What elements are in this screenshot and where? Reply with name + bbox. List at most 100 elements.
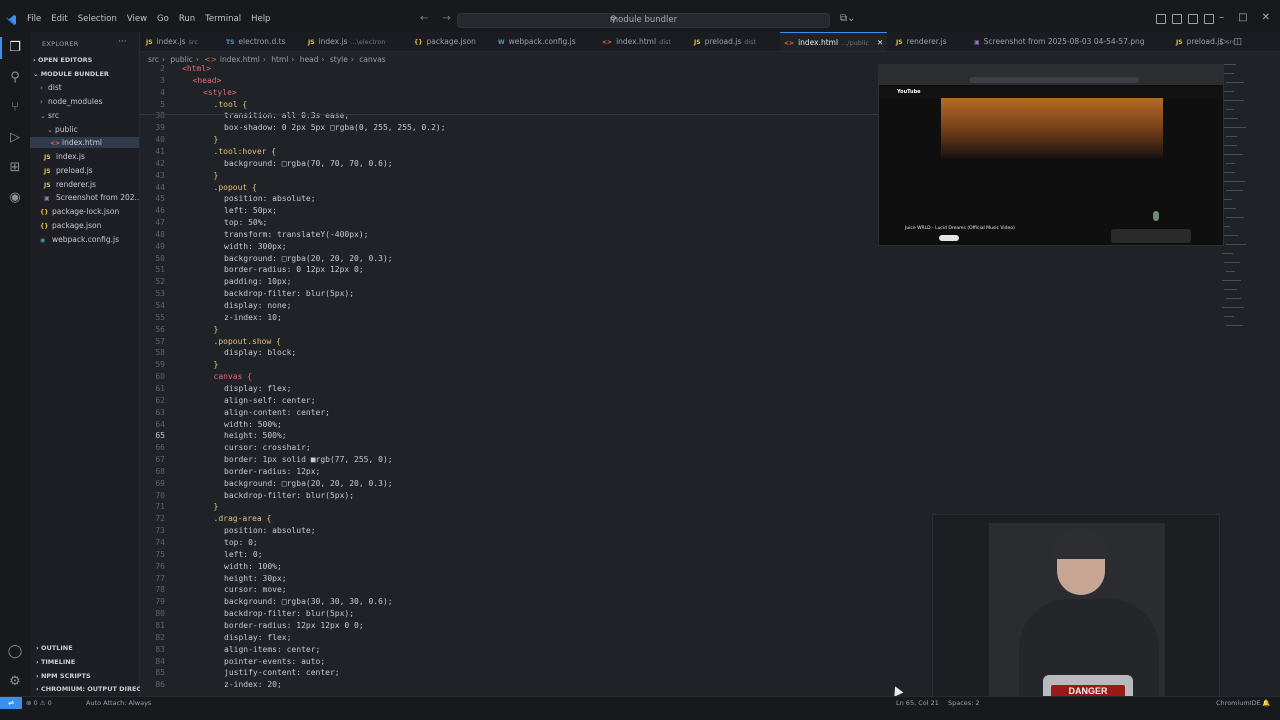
line-number: 2: [160, 64, 165, 73]
tree-item-index-html[interactable]: <> index.html: [50, 138, 102, 147]
chromium-icon[interactable]: ◉: [7, 190, 23, 206]
tab-screenshot-png[interactable]: ▣ Screenshot from 2025-08-03 04-54-57.png: [974, 32, 1145, 51]
minimap-line: [1222, 307, 1244, 308]
more-actions-icon[interactable]: ···: [118, 37, 127, 47]
indentation-status[interactable]: Spaces: 2: [948, 699, 980, 707]
line-number: 75: [155, 549, 165, 559]
tab-index-js-electron[interactable]: JS index.js ...\electron: [308, 32, 385, 51]
run-icon[interactable]: ▷: [1221, 37, 1234, 47]
tab-webpack-config[interactable]: Wwebpack.config.js: [498, 32, 576, 51]
minimap-line: [1222, 280, 1241, 281]
settings-gear-icon[interactable]: ⚙: [7, 674, 23, 690]
line-number: 66: [155, 443, 165, 453]
line-number: 40: [155, 135, 165, 145]
maximize-icon[interactable]: □: [1238, 12, 1247, 23]
code-line: }: [213, 135, 219, 145]
line-number: 51: [155, 265, 165, 275]
code-line: z-index: 10;: [224, 312, 282, 322]
customize-layout-icon[interactable]: [1156, 14, 1166, 24]
line-number: 55: [155, 312, 165, 322]
extensions-icon[interactable]: ⊞: [7, 160, 23, 176]
tab-preload-js-dist[interactable]: JS preload.js dist: [694, 32, 756, 51]
tab-index-html-public[interactable]: <> index.html .../public ✕: [780, 32, 888, 51]
notifications-bell-icon[interactable]: 🔔: [1262, 699, 1270, 707]
tree-item-node-modules[interactable]: › node_modules: [40, 97, 102, 106]
timeline-section[interactable]: › TIMELINE: [36, 658, 75, 666]
tree-item-renderer-js[interactable]: JS renderer.js: [44, 180, 96, 189]
menu-go[interactable]: Go: [152, 14, 174, 24]
explorer-icon[interactable]: ❐: [0, 37, 23, 59]
code-line: background: □rgba(70, 70, 70, 0.6);: [224, 158, 393, 168]
code-editor[interactable]: 2 <html> 3 <head> 4 <style> 5 .tool {38 transiti…: [140, 64, 880, 696]
code-line: border-radius: 12px;: [224, 466, 321, 476]
run-debug-icon[interactable]: ▷: [7, 130, 23, 146]
minimize-icon[interactable]: –: [1219, 12, 1224, 23]
remote-indicator-icon[interactable]: ⇌: [0, 697, 22, 709]
js-file-icon: JS: [896, 39, 903, 46]
line-number: 42: [155, 158, 165, 168]
menu-help[interactable]: Help: [246, 14, 275, 24]
tree-item-screenshot[interactable]: ▣ Screenshot from 202...: [44, 193, 142, 202]
close-window-icon[interactable]: ✕: [1262, 12, 1270, 23]
menu-file[interactable]: File: [22, 14, 46, 24]
preview-video-frame: [941, 98, 1163, 158]
tree-item-preload-js[interactable]: JS preload.js: [44, 166, 93, 175]
back-arrow-icon[interactable]: ←: [420, 13, 442, 24]
code-line: height: 500%;: [224, 431, 287, 441]
preview-notification: [1111, 229, 1191, 243]
menu-run[interactable]: Run: [174, 14, 200, 24]
tree-item-package-lock[interactable]: {} package-lock.json: [40, 207, 119, 216]
json-file-icon: {}: [414, 39, 423, 46]
vscode-logo-icon: [6, 15, 16, 25]
menu-selection[interactable]: Selection: [73, 14, 122, 24]
auto-attach-status[interactable]: Auto Attach: Always: [86, 699, 151, 707]
tab-electron-d-ts[interactable]: TS electron.d.ts: [226, 32, 285, 51]
code-line: z-index: 20;: [224, 680, 282, 690]
chromium-output-section[interactable]: › CHROMIUM: OUTPUT DIRECT...: [36, 685, 152, 693]
chromium-ide-status[interactable]: ChromiumIDE: [1216, 699, 1261, 707]
npm-scripts-section[interactable]: › NPM SCRIPTS: [36, 672, 91, 680]
minimap-line: [1226, 109, 1234, 110]
code-line: .drag-area {: [213, 514, 272, 524]
tree-item-webpack-config[interactable]: ◉ webpack.config.js: [40, 235, 119, 244]
menu-view[interactable]: View: [122, 14, 152, 24]
split-editor-icon[interactable]: ◫: [1233, 37, 1248, 47]
outline-section[interactable]: › OUTLINE: [36, 644, 73, 652]
vscode-window: File Edit Selection View Go Run Terminal…: [0, 0, 1280, 720]
preview-url-bar: [969, 77, 1139, 83]
search-view-icon[interactable]: ⚲: [7, 70, 23, 86]
activity-bar: ❐ ⚲ ⑂ ▷ ⊞ ◉ ◯ ⚙: [0, 32, 30, 696]
toggle-panel-icon[interactable]: [1188, 14, 1198, 24]
source-control-icon[interactable]: ⑂: [7, 100, 23, 116]
project-section[interactable]: ⌄ MODULE BUNDLER: [33, 70, 109, 78]
tree-item-dist[interactable]: › dist: [40, 83, 62, 92]
command-center[interactable]: ⚲ module bundler: [457, 13, 830, 28]
open-editors-section[interactable]: › OPEN EDITORS: [33, 56, 92, 64]
problems-status[interactable]: ⊗ 0 ⚠ 0: [26, 699, 52, 707]
tab-package-json[interactable]: {} package.json: [414, 32, 476, 51]
code-line: pointer-events: auto;: [224, 656, 326, 666]
minimap[interactable]: [1222, 64, 1246, 384]
breadcrumb: src › public › <> index.html › html › head › s…: [148, 55, 386, 64]
config-file-icon: ◉: [40, 237, 46, 244]
account-icon[interactable]: ◯: [7, 644, 23, 660]
menu-edit[interactable]: Edit: [46, 14, 72, 24]
tree-item-src[interactable]: ⌄ src: [40, 111, 59, 120]
toggle-sidebar-icon[interactable]: [1172, 14, 1182, 24]
tree-item-public[interactable]: ⌄ public: [47, 125, 78, 134]
tree-item-index-js[interactable]: JS index.js: [44, 152, 85, 161]
toggle-secondary-sidebar-icon[interactable]: [1204, 14, 1214, 24]
tab-index-html-dist[interactable]: <> index.html dist: [602, 32, 671, 51]
menu-terminal[interactable]: Terminal: [200, 14, 246, 24]
minimap-line: [1224, 208, 1236, 209]
tab-index-js-src[interactable]: JS index.js src: [146, 32, 198, 51]
tab-renderer-js[interactable]: JS renderer.js: [896, 32, 947, 51]
code-line: canvas {: [213, 372, 253, 382]
code-line: background: □rgba(20, 20, 20, 0.3);: [224, 478, 393, 488]
copilot-icon[interactable]: ⧉⌄: [840, 13, 856, 24]
line-number: 85: [155, 668, 165, 678]
cursor-position-status[interactable]: Ln 65, Col 21: [896, 699, 939, 707]
tree-item-package-json[interactable]: {} package.json: [40, 221, 101, 230]
close-tab-icon[interactable]: ✕: [877, 38, 883, 47]
line-number: 72: [155, 514, 165, 524]
